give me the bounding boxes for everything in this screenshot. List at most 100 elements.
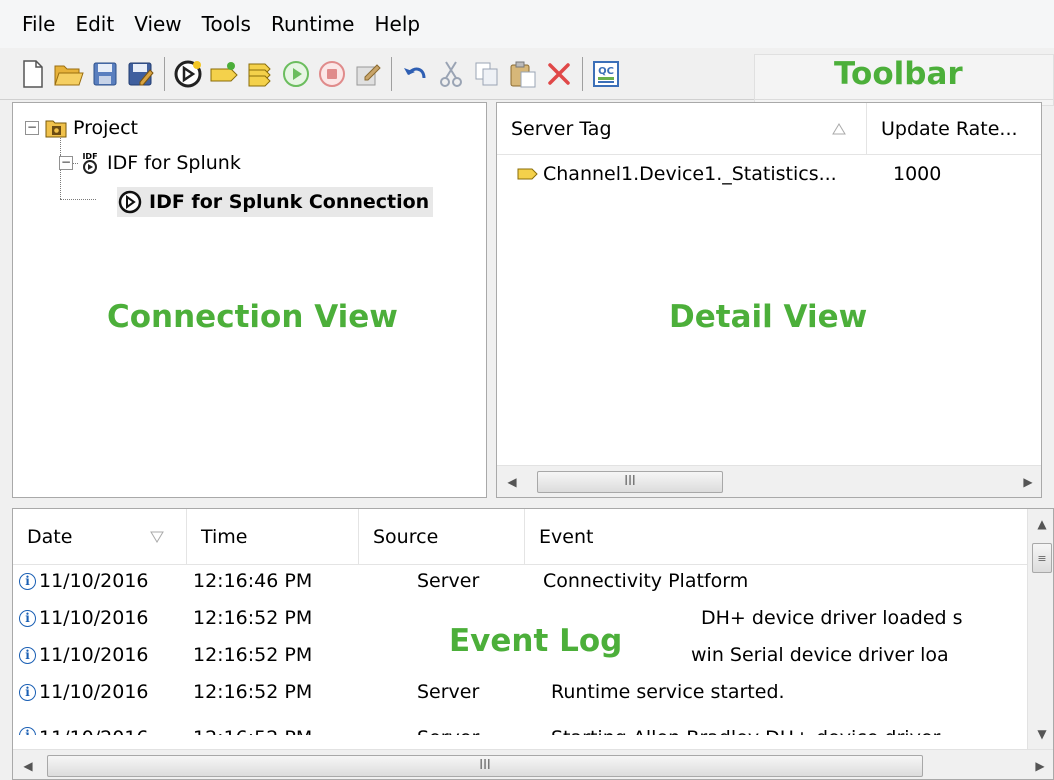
vertical-scrollbar-thumb[interactable]: ≡ [1032,543,1052,573]
connection-view-annotation: Connection View [107,299,398,335]
table-row[interactable]: i 11/10/2016 12:16:52 PM Server Runtime … [13,676,1027,712]
toolbar-separator [582,56,583,91]
menu-tools[interactable]: Tools [192,0,261,48]
open-project-button[interactable] [54,56,84,92]
table-row[interactable]: i 11/10/2016 12:16:46 PM Server Connecti… [13,565,1027,601]
detail-view: Server Tag Update Rate... Channel1.Devic… [496,102,1042,498]
tree-label-idf-connection: IDF for Splunk Connection [149,191,430,213]
idf-icon-text: IDF [82,152,97,161]
column-header-update-rate[interactable]: Update Rate... [867,103,1041,154]
info-icon: i [19,727,36,735]
cut-icon [440,60,462,87]
horizontal-scrollbar[interactable]: ◀ III ▶ [13,749,1053,780]
cut-button[interactable] [436,56,466,92]
copy-icon [475,62,498,85]
cell-server-tag: Channel1.Device1._Statistics... [543,163,837,185]
copy-button[interactable] [472,56,502,92]
scrollbar-thumb[interactable]: III [537,470,723,493]
menu-bar: File Edit View Tools Runtime Help [0,0,1054,48]
column-header-time[interactable]: Time [187,509,359,564]
tree-node-project[interactable]: − Project [25,117,138,139]
table-row[interactable]: i 11/10/2016 12:16:52 PM Server Starting… [13,713,1027,735]
stop-button[interactable] [317,56,347,92]
quick-client-icon: QC [593,60,619,87]
info-icon: i [19,573,36,590]
new-tag-button[interactable] [209,56,239,92]
scroll-down-arrow-icon[interactable]: ▼ [1028,719,1053,749]
event-log-annotation: Event Log [449,623,623,659]
event-log: Date Time Source Event i 11/10/2016 12:1… [12,508,1054,780]
connection-icon [118,190,142,214]
scroll-right-arrow-icon[interactable]: ▶ [1025,751,1053,780]
cell-event: Starting Allen-Bradley DH+ device driver [551,727,940,735]
menu-runtime[interactable]: Runtime [261,0,365,48]
scroll-left-arrow-icon[interactable]: ◀ [497,467,527,497]
event-log-header: Date Time Source Event [13,509,1027,565]
new-file-icon [23,59,43,88]
tree-node-idf-connection[interactable]: IDF for Splunk Connection [117,187,434,217]
tree-label-project: Project [73,117,139,139]
paste-button[interactable] [508,56,538,92]
save-button[interactable] [90,56,120,92]
tree-node-idf-for-splunk[interactable]: − IDF IDF for Splunk [59,151,241,175]
detail-view-annotation: Detail View [669,299,868,335]
tag-group-button[interactable] [245,56,275,92]
table-row[interactable]: Channel1.Device1._Statistics... 1000 [497,157,941,191]
save-as-button[interactable] [126,56,156,92]
sort-ascending-icon [832,122,846,134]
cell-event: win Serial device driver loa [691,644,949,666]
menu-file[interactable]: File [12,0,65,48]
qc-label: QC [598,66,614,77]
delete-button[interactable] [544,56,574,92]
scrollbar-thumb[interactable]: III [47,754,923,777]
collapse-toggle[interactable]: − [25,121,39,135]
cell-source: Server [417,727,479,735]
vertical-scrollbar[interactable]: ▲ ≡ ▼ [1027,509,1053,749]
cell-time: 12:16:52 PM [193,607,313,629]
column-label: Time [201,525,248,548]
new-project-button[interactable] [18,56,48,92]
menu-view[interactable]: View [124,0,191,48]
cell-date: 11/10/2016 [39,644,149,666]
column-header-event[interactable]: Event [525,509,1027,564]
scroll-right-arrow-icon[interactable]: ▶ [1013,467,1041,497]
column-header-source[interactable]: Source [359,509,525,564]
save-icon [93,62,117,85]
info-icon: i [19,684,36,701]
cell-source: Server [417,681,480,703]
start-button[interactable] [281,56,311,92]
column-header-server-tag[interactable]: Server Tag [497,103,867,154]
info-icon: i [19,610,36,627]
new-connection-button[interactable] [173,56,203,92]
idf-channel-icon: IDF [82,152,98,174]
project-folder-icon [45,120,67,138]
cell-date: 11/10/2016 [39,681,149,703]
scroll-left-arrow-icon[interactable]: ◀ [13,751,43,780]
menu-edit[interactable]: Edit [65,0,124,48]
connection-icon [174,60,202,87]
cell-time: 12:16:52 PM [193,727,312,735]
menu-help[interactable]: Help [365,0,431,48]
collapse-toggle[interactable]: − [59,156,73,170]
quick-client-button[interactable]: QC [591,56,621,92]
scroll-up-arrow-icon[interactable]: ▲ [1028,509,1053,539]
horizontal-scrollbar[interactable]: ◀ III ▶ [497,465,1041,497]
undo-button[interactable] [400,56,430,92]
cell-date: 11/10/2016 [39,607,149,629]
toolbar-annotation: Toolbar [834,56,963,92]
column-label: Source [373,525,439,548]
open-folder-icon [54,65,84,85]
column-label: Event [539,525,594,548]
sort-descending-icon [150,531,164,543]
cell-update-rate: 1000 [893,163,942,185]
new-tag-icon [210,61,238,81]
cell-event: Connectivity Platform [543,570,749,592]
properties-icon [356,63,381,85]
tree-label-idf-for-splunk: IDF for Splunk [107,152,241,174]
properties-button[interactable] [353,56,383,92]
play-icon [283,60,309,87]
column-label: Update Rate... [881,117,1018,140]
column-header-date[interactable]: Date [13,509,187,564]
tree-connector [60,199,96,200]
undo-icon [404,67,426,78]
